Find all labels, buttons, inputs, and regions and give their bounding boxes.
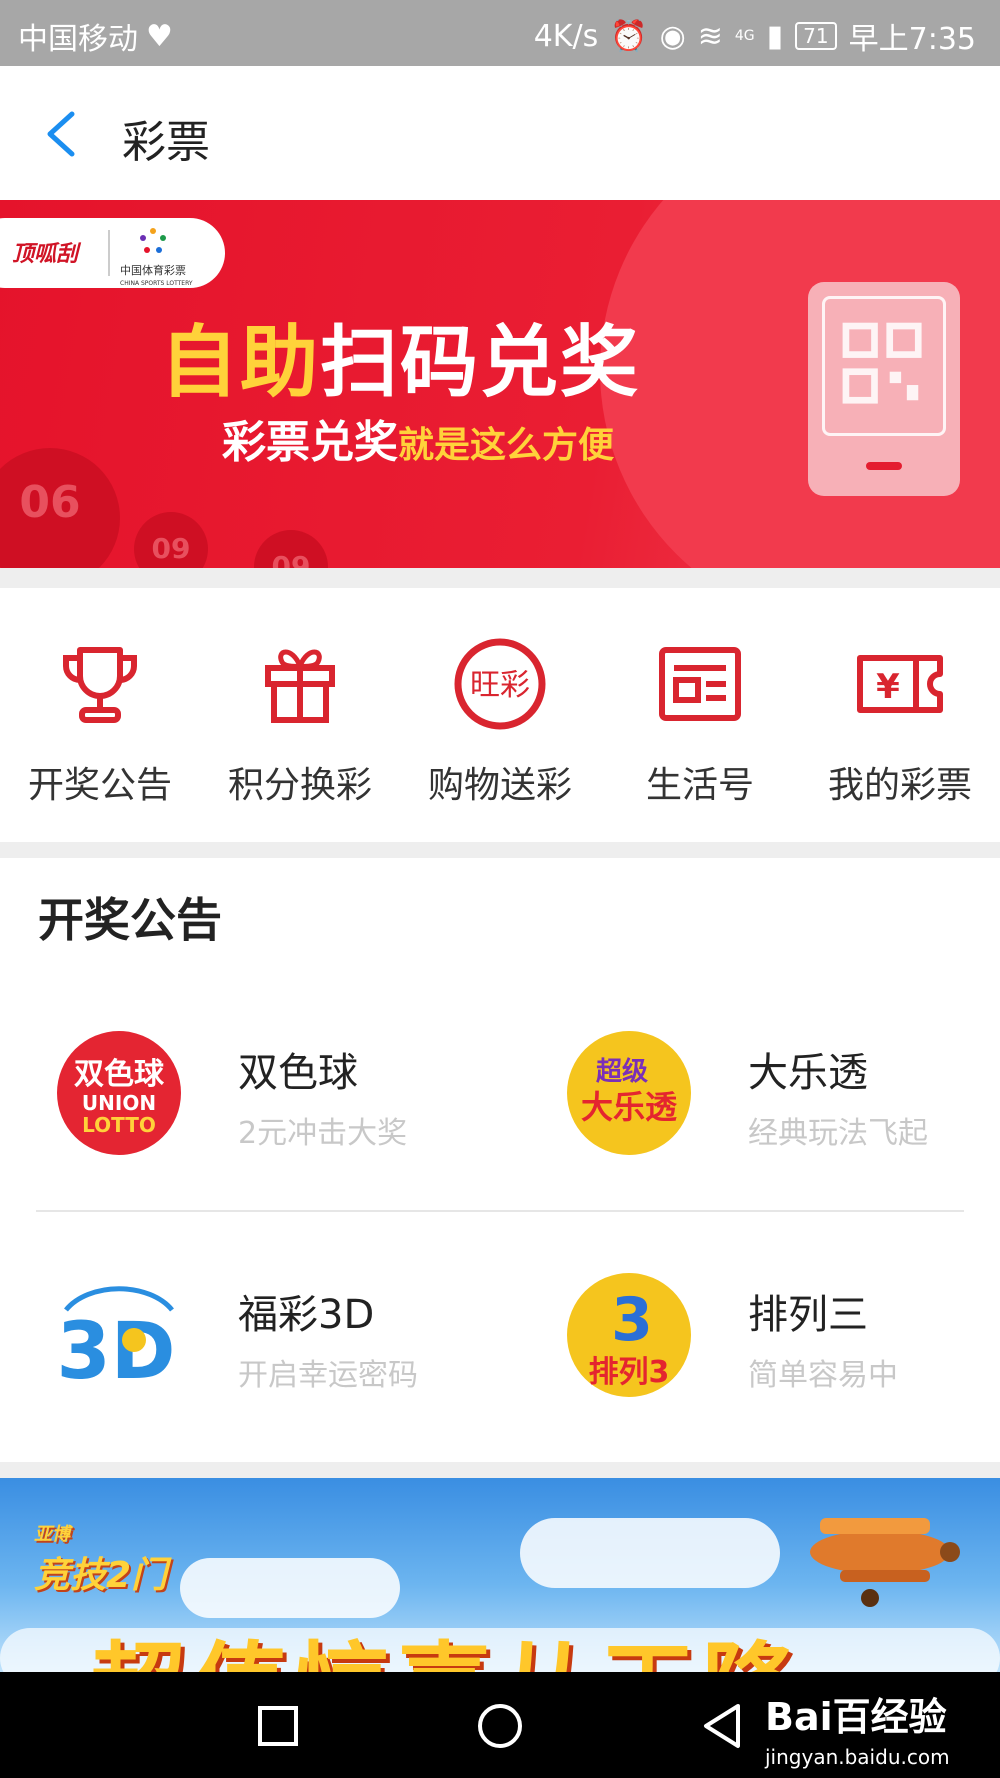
game-item-shuangseqiu[interactable]: 双色球 UNION LOTTO 双色球 2元冲击大奖 (36, 1028, 526, 1168)
signal-icon: ▮ (766, 18, 784, 54)
svg-text:超级: 超级 (596, 1056, 648, 1087)
quick-item-shopping-bonus[interactable]: 旺彩 购物送彩 (400, 636, 600, 808)
lottery-brand-logo: 顶呱刮 中国体育彩票 CHINA SPORTS LOTTERY (0, 218, 225, 288)
game-name: 排列三 (748, 1292, 868, 1338)
eye-icon: ◉ (659, 18, 686, 54)
nav-back-icon[interactable] (700, 1702, 744, 1750)
lottery-ball: 06 (0, 448, 120, 568)
gift-icon (265, 649, 335, 723)
quick-menu: 开奖公告 积分换彩 旺彩 购物送彩 生活号 ¥ 我的彩票 (0, 588, 1000, 842)
game-name: 双色球 (238, 1050, 358, 1096)
sports-lottery-star-icon (140, 228, 166, 253)
row-divider (36, 1210, 964, 1212)
svg-text:3: 3 (611, 1285, 653, 1355)
health-heart-icon: ♥ (146, 18, 173, 54)
game-description: 开启幸运密码 (238, 1358, 418, 1393)
svg-text:排列3: 排列3 (589, 1355, 670, 1390)
quick-item-draw-notice[interactable]: 开奖公告 (0, 636, 200, 808)
svg-text:UNION: UNION (82, 1091, 156, 1115)
phone-qr-icon (808, 282, 960, 496)
svg-text:¥: ¥ (876, 667, 900, 707)
carrier-label: 中国移动 (18, 22, 138, 57)
wangcai-icon: 旺彩 (454, 638, 546, 730)
scan-redeem-banner[interactable]: 06 09 09 顶呱刮 中国体育彩票 CHINA SPORTS LOTTERY … (0, 200, 1000, 568)
recent-apps-button[interactable] (258, 1706, 298, 1746)
clock: 早上7:35 (848, 22, 976, 57)
org-name: 中国体育彩票 (120, 264, 186, 277)
quick-item-life-account[interactable]: 生活号 (600, 636, 800, 808)
game-name: 大乐透 (748, 1050, 868, 1096)
back-arrow-icon[interactable] (34, 104, 94, 164)
daletou-logo-icon: 超级 大乐透 (567, 1031, 691, 1155)
game-item-pailie3[interactable]: 3 排列3 排列三 简单容易中 (546, 1270, 1000, 1410)
banner-headline: 自助扫码兑奖 (160, 318, 641, 408)
svg-text:旺彩: 旺彩 (470, 668, 530, 703)
shuangseqiu-logo-icon: 双色球 UNION LOTTO (57, 1031, 181, 1155)
svg-text:LOTTO: LOTTO (82, 1113, 156, 1137)
svg-text:双色球: 双色球 (74, 1057, 165, 1092)
draw-results-card: 开奖公告 双色球 UNION LOTTO 双色球 2元冲击大奖 超级 大乐透 大… (0, 858, 1000, 1462)
game-item-fucai3d[interactable]: 3D 福彩3D 开启幸运密码 (36, 1270, 526, 1410)
section-title: 开奖公告 (38, 893, 222, 947)
ticket-icon: ¥ (857, 655, 943, 713)
game-item-daletou[interactable]: 超级 大乐透 大乐透 经典玩法飞起 (546, 1028, 1000, 1168)
quick-item-points-exchange[interactable]: 积分换彩 (200, 636, 400, 808)
wifi-icon: ≋ (697, 18, 723, 54)
promo-banner[interactable]: 亚博竞技2门 超值惊喜从天降 (0, 1478, 1000, 1672)
trophy-icon (63, 647, 137, 723)
game-description: 经典玩法飞起 (748, 1116, 928, 1151)
promo-logo: 亚博 竞技2门 (34, 1524, 168, 1596)
game-name: 福彩3D (238, 1292, 375, 1338)
home-button[interactable] (478, 1704, 522, 1748)
org-name-en: CHINA SPORTS LOTTERY (120, 280, 193, 287)
baidu-watermark: Bai百经验 jingyan.baidu.com (765, 1695, 950, 1769)
svg-text:3D: 3D (56, 1307, 175, 1397)
signal-label: 4G (734, 28, 755, 44)
svg-text:大乐透: 大乐透 (581, 1088, 677, 1126)
game-description: 2元冲击大奖 (238, 1116, 408, 1151)
quick-item-my-tickets[interactable]: ¥ 我的彩票 (800, 636, 1000, 808)
app-header: 彩票 (0, 66, 1000, 200)
banner-subheadline: 彩票兑奖就是这么方便 (222, 417, 615, 468)
newspaper-icon (659, 647, 741, 721)
system-nav-bar: Bai百经验 jingyan.baidu.com (0, 1672, 1000, 1778)
net-speed: 4K/s (533, 18, 599, 54)
brand-name: 顶呱刮 (12, 242, 79, 267)
game-description: 简单容易中 (748, 1358, 898, 1393)
battery-indicator: 71 (795, 22, 837, 50)
lottery-ball: 09 (254, 530, 328, 568)
pailie3-logo-icon: 3 排列3 (567, 1273, 691, 1397)
promo-headline: 超值惊喜从天降 (90, 1610, 804, 1672)
fucai3d-logo-icon: 3D (56, 1286, 176, 1397)
status-bar: 中国移动 ♥ 4K/s ⏰ ◉ ≋ 4G ▮ 71 早上7:35 (0, 0, 1000, 66)
airplane-icon (810, 1518, 960, 1607)
page-title: 彩票 (122, 117, 210, 168)
alarm-icon: ⏰ (610, 18, 648, 54)
lottery-ball: 09 (134, 512, 208, 568)
